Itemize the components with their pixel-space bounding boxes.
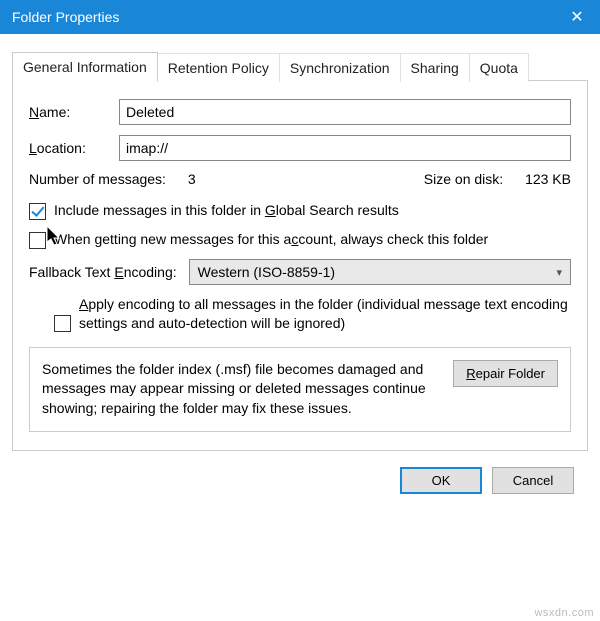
check-apply-encoding-label: Apply encoding to all messages in the fo… — [79, 295, 571, 333]
location-input[interactable] — [119, 135, 571, 161]
tab-quota[interactable]: Quota — [469, 53, 529, 82]
chevron-down-icon: ▾ — [556, 266, 562, 279]
check-always-check-label: When getting new messages for this accou… — [54, 230, 571, 249]
watermark: wsxdn.com — [534, 607, 594, 619]
check-global-search[interactable]: Include messages in this folder in Globa… — [29, 201, 571, 220]
close-icon: ✕ — [570, 7, 583, 27]
close-button[interactable]: ✕ — [554, 0, 600, 34]
checkbox-apply-encoding[interactable] — [54, 315, 71, 332]
check-always-check[interactable]: When getting new messages for this accou… — [29, 230, 571, 249]
repair-text: Sometimes the folder index (.msf) file b… — [42, 360, 441, 419]
titlebar[interactable]: Folder Properties ✕ — [0, 0, 600, 34]
stats-row: Number of messages: 3 Size on disk: 123 … — [29, 171, 571, 187]
encoding-label: Fallback Text Encoding: — [29, 264, 177, 280]
repair-box: Sometimes the folder index (.msf) file b… — [29, 347, 571, 432]
dialog-body: General Information Retention Policy Syn… — [0, 34, 600, 506]
window-title: Folder Properties — [12, 9, 554, 25]
checkbox-always-check[interactable] — [29, 232, 46, 249]
encoding-value: Western (ISO-8859-1) — [198, 264, 557, 280]
row-location: Location: — [29, 135, 571, 161]
ok-button[interactable]: OK — [400, 467, 482, 494]
checkbox-global-search[interactable] — [29, 203, 46, 220]
messages-label: Number of messages: — [29, 171, 166, 187]
tab-synchronization[interactable]: Synchronization — [279, 53, 401, 82]
repair-folder-button[interactable]: Repair Folder — [453, 360, 558, 387]
size-label: Size on disk: — [424, 171, 503, 187]
check-global-search-label: Include messages in this folder in Globa… — [54, 201, 571, 220]
cancel-button[interactable]: Cancel — [492, 467, 574, 494]
messages-value: 3 — [188, 171, 196, 187]
tab-strip: General Information Retention Policy Syn… — [12, 52, 588, 81]
tab-panel-general: Name: Location: Number of messages: 3 Si… — [12, 80, 588, 451]
row-encoding: Fallback Text Encoding: Western (ISO-885… — [29, 259, 571, 285]
name-label: Name: — [29, 104, 119, 120]
check-apply-encoding[interactable]: Apply encoding to all messages in the fo… — [54, 295, 571, 333]
tab-general[interactable]: General Information — [12, 52, 158, 81]
row-name: Name: — [29, 99, 571, 125]
tab-sharing[interactable]: Sharing — [400, 53, 470, 82]
location-label: Location: — [29, 140, 119, 156]
dialog-footer: OK Cancel — [12, 451, 588, 494]
name-input[interactable] — [119, 99, 571, 125]
tab-retention[interactable]: Retention Policy — [157, 53, 280, 82]
size-value: 123 KB — [525, 171, 571, 187]
encoding-select[interactable]: Western (ISO-8859-1) ▾ — [189, 259, 571, 285]
